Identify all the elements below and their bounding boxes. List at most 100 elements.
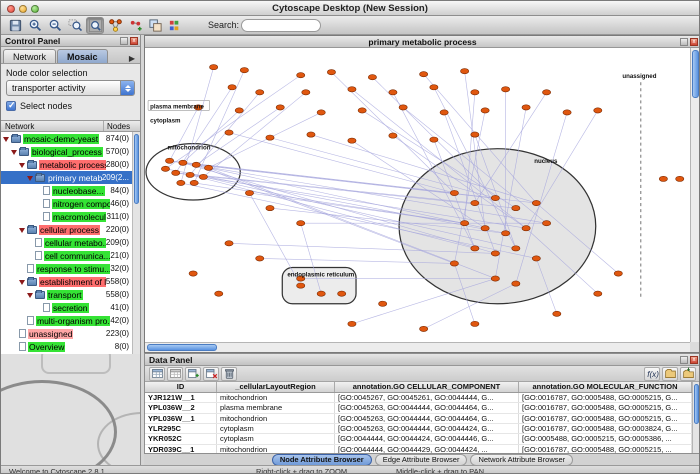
network-node[interactable] <box>502 231 510 236</box>
network-node[interactable] <box>481 108 489 113</box>
network-node[interactable] <box>542 221 550 226</box>
column-header-0[interactable]: ID <box>145 382 217 392</box>
zoom-out-icon[interactable] <box>46 17 64 34</box>
network-node[interactable] <box>491 195 499 200</box>
network-node[interactable] <box>190 180 198 185</box>
network-node[interactable] <box>471 90 479 95</box>
tree-expander-icon[interactable] <box>19 226 27 234</box>
network-node[interactable] <box>594 108 602 113</box>
network-vscroll-thumb[interactable] <box>692 50 699 98</box>
network-node[interactable] <box>348 321 356 326</box>
new-attribute-icon[interactable] <box>185 367 201 381</box>
zoom-selected-region-icon[interactable] <box>66 17 84 34</box>
network-node[interactable] <box>266 135 274 140</box>
network-node[interactable] <box>420 326 428 331</box>
tree-item-transport[interactable]: transport558(0) <box>1 288 132 301</box>
network-node[interactable] <box>430 137 438 142</box>
network-node[interactable] <box>471 132 479 137</box>
tab-overflow-icon[interactable]: ▶ <box>126 54 138 63</box>
network-node[interactable] <box>225 130 233 135</box>
network-node[interactable] <box>450 190 458 195</box>
select-nodes-checkbox[interactable] <box>6 101 16 111</box>
network-node[interactable] <box>189 271 197 276</box>
network-node[interactable] <box>228 85 236 90</box>
tree-expander-icon[interactable] <box>19 161 27 169</box>
network-node[interactable] <box>532 256 540 261</box>
network-node[interactable] <box>317 110 325 115</box>
network-node[interactable] <box>276 105 284 110</box>
tree-item-macromolecule-[interactable]: macromolecule...311(0) <box>1 210 132 223</box>
zoom-window-button[interactable] <box>31 5 39 13</box>
tree-expander-icon[interactable] <box>27 291 35 299</box>
import-attributes-icon[interactable] <box>662 367 678 381</box>
network-node[interactable] <box>532 200 540 205</box>
network-node[interactable] <box>471 200 479 205</box>
float-view-icon[interactable] <box>680 38 688 46</box>
network-node[interactable] <box>553 311 561 316</box>
network-node[interactable] <box>399 105 407 110</box>
network-node[interactable] <box>440 110 448 115</box>
network-node[interactable] <box>659 176 667 181</box>
network-node[interactable] <box>594 291 602 296</box>
tree-item-mosaic-demo-yeast[interactable]: mosaic-demo-yeast874(0) <box>1 132 132 145</box>
column-header-2[interactable]: annotation.GO CELLULAR_COMPONENT <box>335 382 519 392</box>
network-node[interactable] <box>430 85 438 90</box>
tree-expander-icon[interactable] <box>3 135 11 143</box>
network-node[interactable] <box>240 68 248 73</box>
tree-item-overview[interactable]: Overview8(0) <box>1 340 132 353</box>
table-row[interactable]: YPL036W__2plasma membrane[GO:0045263, GO… <box>145 403 692 413</box>
network-node[interactable] <box>245 190 253 195</box>
tree-item-establishment-of-lo-[interactable]: establishment of lo...558(0) <box>1 275 132 288</box>
tree-scrollbar-thumb[interactable] <box>134 134 139 204</box>
network-node[interactable] <box>491 251 499 256</box>
network-node[interactable] <box>338 291 346 296</box>
network-merge-icon[interactable] <box>146 17 164 34</box>
tab-node-attribute-browser[interactable]: Node Attribute Browser <box>272 454 372 466</box>
tree-item-unassigned[interactable]: unassigned223(0) <box>1 327 132 340</box>
tree-item-biological-process[interactable]: biological_process570(0) <box>1 145 132 158</box>
search-input[interactable] <box>241 19 321 32</box>
tab-network[interactable]: Network <box>3 49 56 63</box>
tab-network-attribute-browser[interactable]: Network Attribute Browser <box>470 454 573 466</box>
table-scroll-thumb[interactable] <box>694 384 699 424</box>
network-node[interactable] <box>235 108 243 113</box>
network-node[interactable] <box>186 172 194 177</box>
network-node[interactable] <box>481 226 489 231</box>
network-node[interactable] <box>266 205 274 210</box>
unselect-attributes-icon[interactable] <box>167 367 183 381</box>
tree-item-nitrogen-compo-[interactable]: nitrogen compo...46(0) <box>1 197 132 210</box>
window-titlebar[interactable]: Cytoscape Desktop (New Session) <box>1 1 699 16</box>
network-node[interactable] <box>522 226 530 231</box>
network-node[interactable] <box>177 180 185 185</box>
network-node[interactable] <box>317 291 325 296</box>
network-node[interactable] <box>522 105 530 110</box>
tree-item-response-to-stimu-[interactable]: response to stimu...32(0) <box>1 262 132 275</box>
network-node[interactable] <box>179 160 187 165</box>
tree-expander-icon[interactable] <box>27 174 35 182</box>
network-node[interactable] <box>199 174 207 179</box>
network-node[interactable] <box>161 166 169 171</box>
network-svg[interactable]: plasma membranecytoplasmmitochondrionnuc… <box>145 48 690 342</box>
network-node[interactable] <box>256 90 264 95</box>
network-node[interactable] <box>210 65 218 70</box>
tree-item-nucleobase-[interactable]: nucleobase...84(0) <box>1 184 132 197</box>
network-node[interactable] <box>389 133 397 138</box>
network-node[interactable] <box>368 75 376 80</box>
network-node[interactable] <box>379 301 387 306</box>
table-row[interactable]: YPL036W__1mitochondrion[GO:0045263, GO:0… <box>145 414 692 424</box>
select-first-neighbors-icon[interactable] <box>106 17 124 34</box>
float-panel-icon[interactable] <box>120 37 128 45</box>
network-hscrollbar[interactable] <box>145 342 690 352</box>
select-attributes-icon[interactable] <box>149 367 165 381</box>
column-header-1[interactable]: _cellularLayoutRegion <box>217 382 335 392</box>
network-node[interactable] <box>297 283 305 288</box>
network-node[interactable] <box>348 87 356 92</box>
new-network-from-selection-icon[interactable] <box>126 17 144 34</box>
close-view-icon[interactable]: x <box>690 38 698 46</box>
network-node[interactable] <box>225 241 233 246</box>
tree-item-cell-communica-[interactable]: cell communica...21(0) <box>1 249 132 262</box>
zoom-fit-icon[interactable] <box>86 17 104 34</box>
network-node[interactable] <box>542 90 550 95</box>
table-row[interactable]: YLR295Ccytoplasm[GO:0045263, GO:0044444,… <box>145 424 692 434</box>
network-node[interactable] <box>461 69 469 74</box>
